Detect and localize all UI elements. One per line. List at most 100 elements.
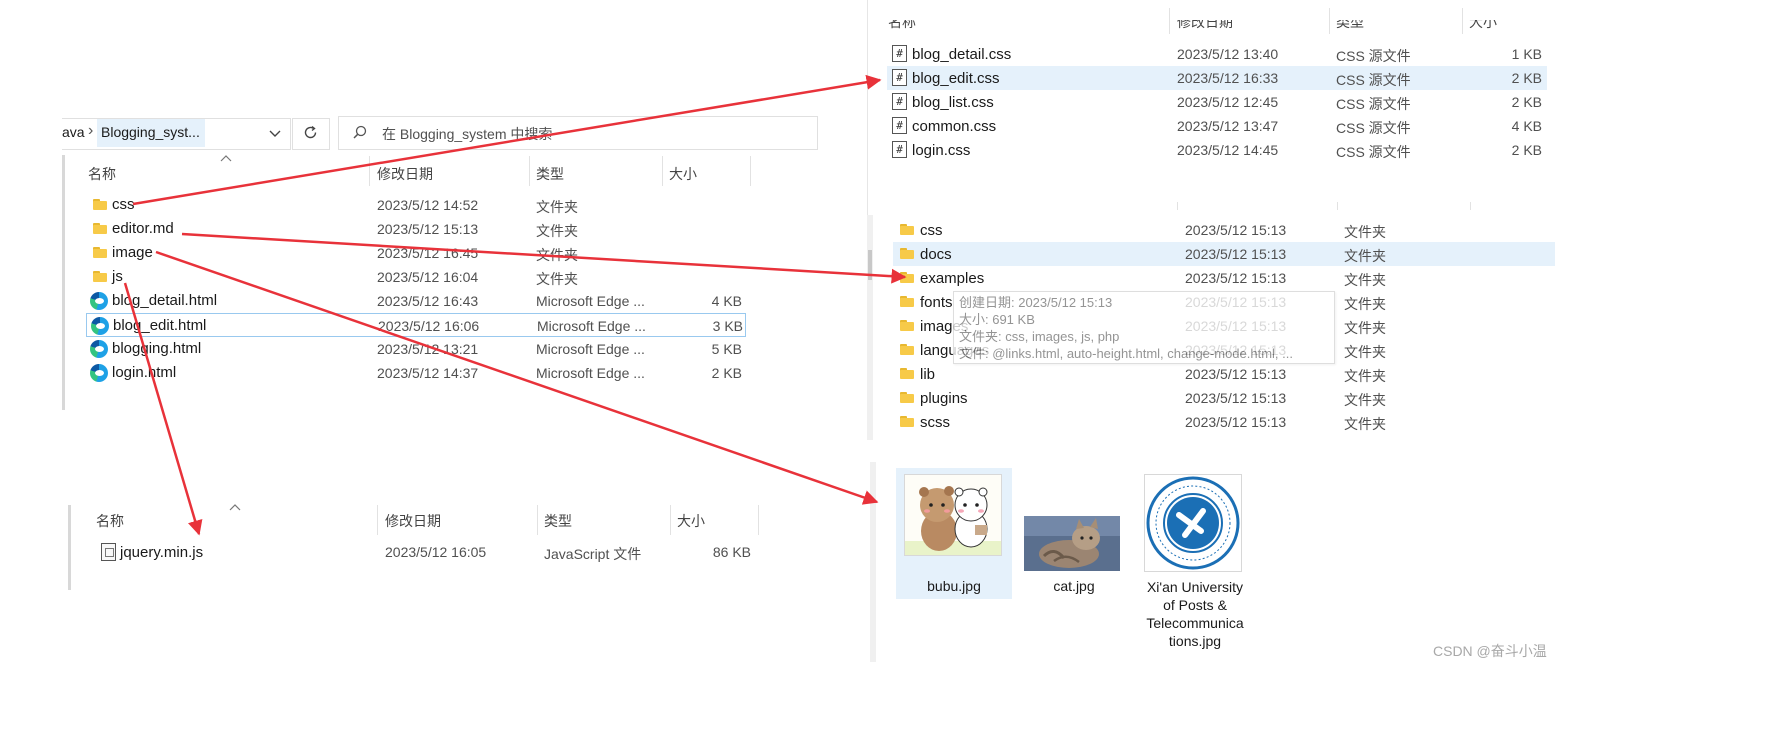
watermark: CSDN @奋斗小温	[1433, 643, 1547, 659]
file-size: 4 KB	[1511, 118, 1542, 134]
file-row[interactable]: # common.css 2023/5/12 13:47 CSS 源文件 4 KB	[887, 114, 1547, 138]
search-icon	[353, 125, 367, 139]
chevron-down-icon[interactable]	[268, 126, 282, 140]
column-header-size[interactable]: 大小	[677, 511, 705, 531]
edge-html-icon	[90, 292, 108, 310]
tooltip-created: 创建日期: 2023/5/12 15:13	[959, 295, 1113, 310]
file-row[interactable]: js 2023/5/12 16:04 文件夹	[86, 265, 746, 289]
folder-date: 2023/5/12 15:13	[1185, 222, 1287, 238]
file-type: CSS 源文件	[1336, 144, 1411, 160]
image-label: Xi'an University of Posts & Telecommunic…	[1136, 578, 1254, 650]
column-header-name[interactable]: 名称	[888, 20, 916, 32]
file-name: login.html	[112, 364, 177, 381]
image-tile-cat[interactable]: cat.jpg	[1018, 468, 1130, 599]
folder-date: 2023/5/12 15:13	[1185, 246, 1287, 262]
refresh-icon	[304, 125, 317, 139]
file-row[interactable]: login.html 2023/5/12 14:37 Microsoft Edge …	[86, 361, 746, 385]
file-date: 2023/5/12 16:43	[377, 293, 479, 309]
file-name: css	[112, 196, 135, 213]
cat-thumbnail	[1024, 516, 1120, 571]
tooltip-folders: 文件夹: css, images, js, php	[959, 329, 1120, 344]
folder-type: 文件夹	[1344, 320, 1386, 336]
file-row[interactable]: # blog_edit.css 2023/5/12 16:33 CSS 源文件 2 KB	[887, 66, 1547, 90]
folder-row[interactable]: plugins 2023/5/12 15:13 文件夹	[893, 386, 1555, 410]
column-header-type[interactable]: 类型	[544, 511, 572, 531]
file-type: Microsoft Edge ...	[537, 318, 646, 334]
folder-icon	[900, 368, 914, 379]
file-date: 2023/5/12 13:40	[1177, 46, 1279, 62]
file-size: 2 KB	[1511, 70, 1542, 86]
column-header-size[interactable]: 大小	[1469, 20, 1497, 32]
file-type: 文件夹	[536, 223, 578, 239]
folder-row[interactable]: docs 2023/5/12 15:13 文件夹	[893, 242, 1555, 266]
sort-ascending-icon	[229, 504, 241, 511]
column-header-date[interactable]: 修改日期	[377, 164, 433, 184]
file-type: 文件夹	[536, 247, 578, 263]
folder-name: plugins	[920, 390, 968, 407]
file-size: 2 KB	[711, 365, 742, 381]
folder-icon	[900, 416, 914, 427]
search-placeholder: 在 Blogging_system 中搜索	[382, 126, 553, 142]
university-seal-logo	[1146, 476, 1240, 570]
file-date: 2023/5/12 16:06	[378, 318, 480, 334]
file-size: 2 KB	[1511, 142, 1542, 158]
folder-icon	[900, 248, 914, 259]
file-row[interactable]: # blog_detail.css 2023/5/12 13:40 CSS 源文件 1 …	[887, 42, 1547, 66]
file-row[interactable]: css 2023/5/12 14:52 文件夹	[86, 193, 746, 217]
file-row-jquery[interactable]: jquery.min.js 2023/5/12 16:05 JavaScript…	[96, 540, 766, 564]
file-date: 2023/5/12 14:37	[377, 365, 479, 381]
breadcrumb-current[interactable]: Blogging_syst...	[101, 124, 200, 140]
scrollbar[interactable]	[867, 215, 873, 440]
file-name: blog_detail.css	[912, 46, 1012, 63]
folder-row[interactable]: lib 2023/5/12 15:13 文件夹	[893, 362, 1555, 386]
file-size: 1 KB	[1511, 46, 1542, 62]
column-header-size[interactable]: 大小	[669, 164, 697, 184]
column-header-date[interactable]: 修改日期	[1177, 20, 1233, 32]
tooltip-files: 文件: @links.html, auto-height.html, chang…	[959, 346, 1293, 361]
folder-icon	[900, 320, 914, 331]
column-header-type[interactable]: 类型	[536, 164, 564, 184]
scrollbar[interactable]	[870, 462, 876, 662]
scrollbar-thumb[interactable]	[868, 250, 872, 280]
bubu-thumbnail	[904, 474, 1002, 556]
folder-name: scss	[920, 414, 950, 431]
file-name: image	[112, 244, 153, 261]
file-name: common.css	[912, 118, 997, 135]
image-tile-bubu[interactable]: bubu.jpg	[896, 468, 1012, 599]
folder-icon	[900, 296, 914, 307]
image-tile-xupt[interactable]: Xi'an University of Posts & Telecommunic…	[1136, 468, 1254, 653]
file-row[interactable]: blog_detail.html 2023/5/12 16:43 Microsoft…	[86, 289, 746, 313]
column-header-type[interactable]: 类型	[1336, 20, 1364, 32]
folder-row[interactable]: scss 2023/5/12 15:13 文件夹	[893, 410, 1555, 434]
file-row[interactable]: # login.css 2023/5/12 14:45 CSS 源文件 2 KB	[887, 138, 1547, 162]
file-date: 2023/5/12 16:45	[377, 245, 479, 261]
sort-ascending-icon	[220, 155, 232, 162]
folder-date: 2023/5/12 15:13	[1185, 366, 1287, 382]
folder-name: lib	[920, 366, 936, 383]
folder-row[interactable]: css 2023/5/12 15:13 文件夹	[893, 218, 1555, 242]
column-header-date[interactable]: 修改日期	[385, 511, 441, 531]
folder-icon	[93, 271, 107, 282]
file-row[interactable]: editor.md 2023/5/12 15:13 文件夹	[86, 217, 746, 241]
column-header-name[interactable]: 名称	[96, 511, 124, 531]
file-name: js	[112, 268, 123, 285]
file-type: JavaScript 文件	[544, 546, 642, 562]
file-date: 2023/5/12 16:05	[385, 544, 487, 560]
file-row[interactable]: # blog_list.css 2023/5/12 12:45 CSS 源文件 2 KB	[887, 90, 1547, 114]
file-type: 文件夹	[536, 271, 578, 287]
folder-type: 文件夹	[1344, 272, 1386, 288]
folder-row[interactable]: examples 2023/5/12 15:13 文件夹	[893, 266, 1555, 290]
file-row[interactable]: blogging.html 2023/5/12 13:21 Microsoft Ed…	[86, 337, 746, 361]
folder-type: 文件夹	[1344, 368, 1386, 384]
folder-icon	[93, 247, 107, 258]
file-size: 5 KB	[711, 341, 742, 357]
folder-icon	[93, 199, 107, 210]
file-row[interactable]: image 2023/5/12 16:45 文件夹	[86, 241, 746, 265]
file-type: CSS 源文件	[1336, 96, 1411, 112]
breadcrumb-partial[interactable]: ava	[62, 124, 85, 140]
column-header-name[interactable]: 名称	[88, 164, 116, 184]
folder-name: fonts	[920, 294, 953, 311]
file-size: 3 KB	[712, 318, 743, 334]
file-name: blog_edit.css	[912, 70, 1000, 87]
file-row[interactable]: blog_edit.html 2023/5/12 16:06 Microsoft E…	[86, 313, 746, 337]
